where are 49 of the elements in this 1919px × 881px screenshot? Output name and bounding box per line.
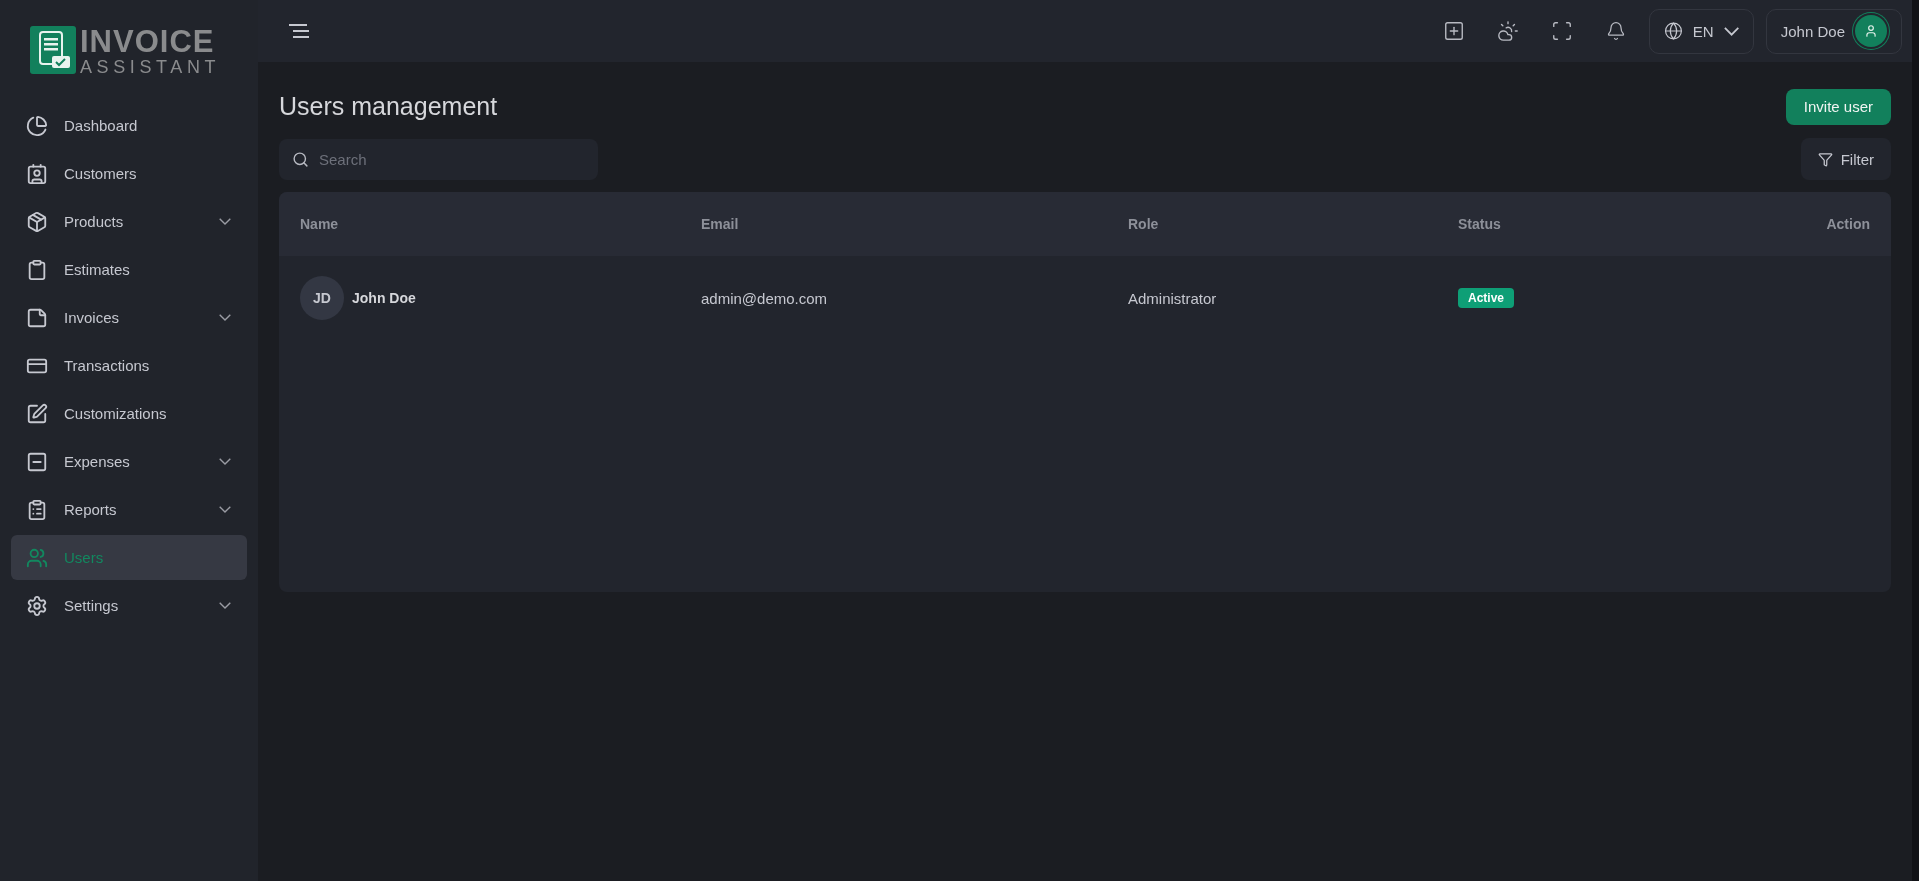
- sidebar-item[interactable]: Expenses: [11, 439, 247, 484]
- column-header: Name: [300, 216, 340, 232]
- column-header: Email: [701, 216, 740, 232]
- sidebar-item[interactable]: Dashboard: [11, 103, 247, 148]
- table-cell-text: Administrator: [1128, 289, 1218, 307]
- logo-subtext: ASSISTANT: [80, 58, 221, 76]
- sidebar-item[interactable]: Products: [11, 199, 247, 244]
- clipboard-list-icon: [26, 498, 48, 521]
- globe-icon: [1663, 21, 1683, 41]
- column-header: Status: [1458, 216, 1502, 232]
- sidebar-item[interactable]: Reports: [11, 487, 247, 532]
- clipboard-icon: [26, 258, 48, 281]
- sidebar-item[interactable]: Customizations: [11, 391, 247, 436]
- fullscreen-icon: [1550, 20, 1573, 42]
- minus-square-icon: [26, 450, 48, 473]
- sidebar-item[interactable]: Invoices: [11, 295, 247, 340]
- filter-button[interactable]: Filter: [1800, 138, 1891, 180]
- status-badge: Active: [1458, 288, 1515, 308]
- table-cell-text: admin@demo.com: [701, 289, 829, 307]
- cloud-sun-icon: [1496, 20, 1519, 42]
- user-avatar: JD: [300, 276, 344, 320]
- page-title: Users management: [279, 92, 498, 121]
- pen-square-icon: [26, 402, 48, 425]
- invite-user-button[interactable]: Invite user: [1785, 88, 1891, 125]
- plus-square-icon: [1442, 20, 1465, 42]
- sidebar-item[interactable]: Settings: [11, 583, 247, 628]
- note-icon: [26, 306, 48, 329]
- user-menu[interactable]: John Doe: [1765, 8, 1902, 54]
- column-header: Action: [1825, 216, 1870, 232]
- package-icon: [26, 210, 48, 233]
- bell-icon: [1605, 21, 1626, 41]
- filter-icon: [1817, 151, 1833, 167]
- sidebar-item[interactable]: Customers: [11, 151, 247, 196]
- language-selector[interactable]: EN: [1648, 8, 1754, 54]
- user-avatar: [1855, 15, 1887, 47]
- users-icon: [26, 546, 48, 569]
- table-cell: John Doe: [352, 290, 416, 306]
- contact-card-icon: [26, 162, 48, 185]
- sidebar-item[interactable]: Estimates: [11, 247, 247, 292]
- chevron-down-icon: [1723, 26, 1739, 36]
- search-field[interactable]: Search: [279, 138, 598, 180]
- logo-icon: [30, 26, 76, 74]
- search-icon: [292, 150, 309, 168]
- column-header: Role: [1128, 216, 1160, 232]
- logo-text: INVOICE: [80, 26, 216, 57]
- menu-icon: [288, 24, 310, 38]
- pie-chart-icon: [26, 114, 48, 137]
- settings-icon: [26, 594, 48, 617]
- sidebar-item[interactable]: Transactions: [11, 343, 247, 388]
